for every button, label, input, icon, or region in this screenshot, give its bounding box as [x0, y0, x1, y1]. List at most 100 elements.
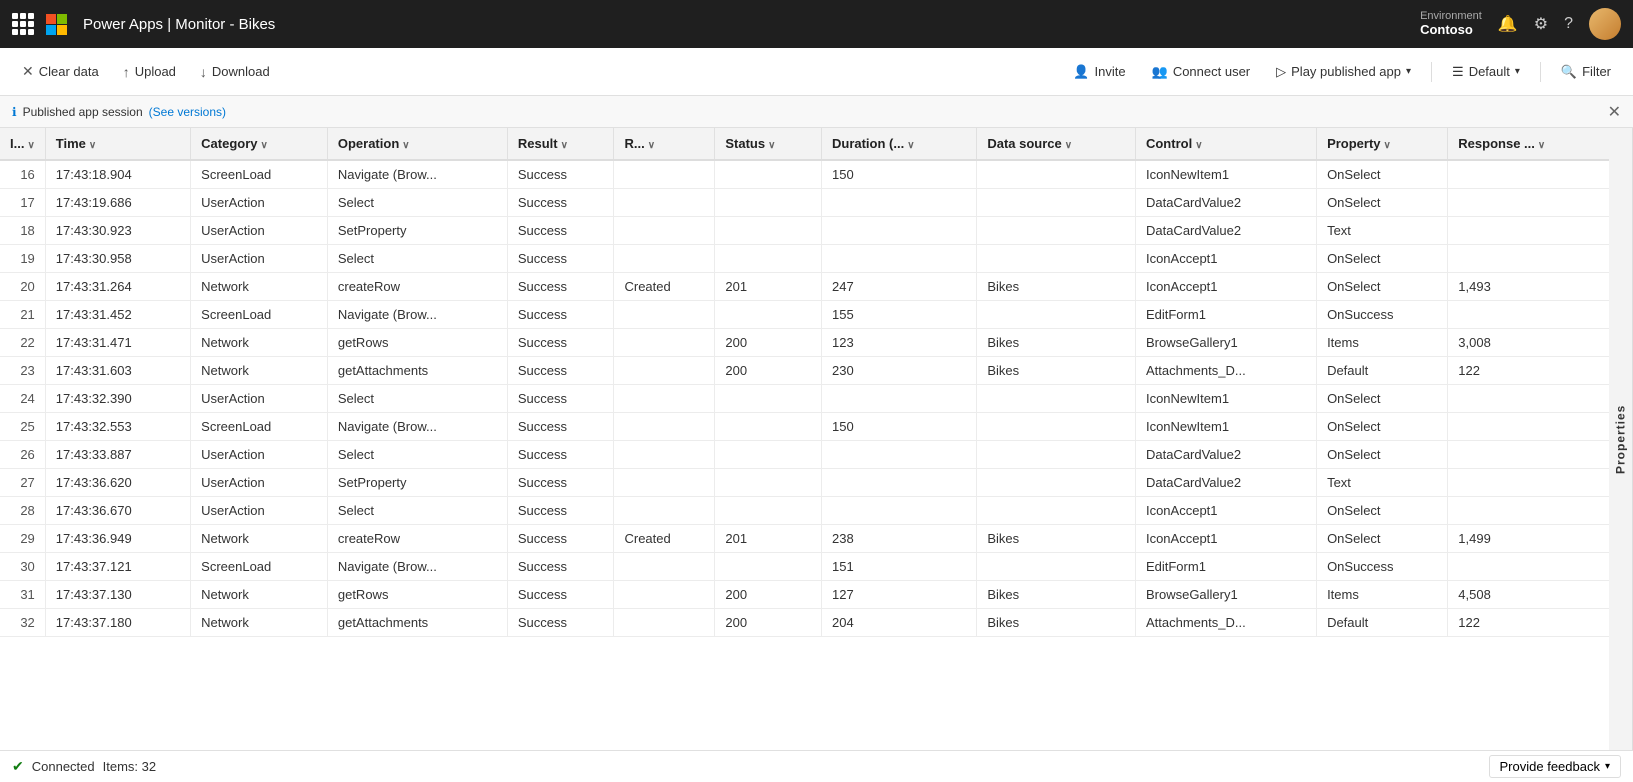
cell-datasource: [977, 160, 1136, 189]
table-row[interactable]: 1717:43:19.686UserActionSelectSuccessDat…: [0, 189, 1609, 217]
environment-info: Environment Contoso: [1420, 11, 1482, 37]
col-header-duration[interactable]: Duration (...∨: [821, 128, 976, 160]
cell-control: EditForm1: [1135, 301, 1316, 329]
cell-result: Success: [507, 581, 614, 609]
table-row[interactable]: 1617:43:18.904ScreenLoadNavigate (Brow..…: [0, 160, 1609, 189]
sort-icon: ∨: [1538, 140, 1545, 151]
filter-button[interactable]: 🔍 Filter: [1551, 60, 1621, 84]
cell-operation: createRow: [327, 525, 507, 553]
cell-id: 29: [0, 525, 45, 553]
invite-button[interactable]: 👤 Invite: [1063, 60, 1135, 84]
notification-bell-icon[interactable]: 🔔: [1498, 14, 1518, 34]
col-header-operation[interactable]: Operation∨: [327, 128, 507, 160]
table-row[interactable]: 1917:43:30.958UserActionSelectSuccessIco…: [0, 245, 1609, 273]
cell-control: IconNewItem1: [1135, 160, 1316, 189]
cell-result: Success: [507, 329, 614, 357]
cell-control: BrowseGallery1: [1135, 329, 1316, 357]
col-header-r[interactable]: R...∨: [614, 128, 715, 160]
settings-gear-icon[interactable]: ⚙: [1534, 14, 1548, 34]
list-icon: ☰: [1452, 64, 1464, 80]
session-close-icon[interactable]: ✕: [1608, 102, 1621, 122]
cell-category: UserAction: [191, 245, 328, 273]
col-header-result[interactable]: Result∨: [507, 128, 614, 160]
cell-datasource: Bikes: [977, 581, 1136, 609]
table-row[interactable]: 3217:43:37.180NetworkgetAttachmentsSucce…: [0, 609, 1609, 637]
see-versions-link[interactable]: (See versions): [149, 105, 226, 119]
properties-panel[interactable]: Properties: [1609, 128, 1633, 750]
cell-result: Success: [507, 301, 614, 329]
table-row[interactable]: 2517:43:32.553ScreenLoadNavigate (Brow..…: [0, 413, 1609, 441]
col-header-category[interactable]: Category∨: [191, 128, 328, 160]
cell-control: DataCardValue2: [1135, 441, 1316, 469]
table-row[interactable]: 2317:43:31.603NetworkgetAttachmentsSucce…: [0, 357, 1609, 385]
cell-time: 17:43:36.949: [45, 525, 190, 553]
col-header-property[interactable]: Property∨: [1317, 128, 1448, 160]
cell-time: 17:43:31.452: [45, 301, 190, 329]
table-row[interactable]: 1817:43:30.923UserActionSetPropertySucce…: [0, 217, 1609, 245]
toolbar-divider: [1431, 62, 1432, 82]
help-icon[interactable]: ?: [1564, 15, 1573, 33]
cell-response: [1448, 245, 1609, 273]
cell-property: OnSelect: [1317, 497, 1448, 525]
cell-duration: 155: [821, 301, 976, 329]
col-header-response[interactable]: Response ...∨: [1448, 128, 1609, 160]
cell-control: DataCardValue2: [1135, 217, 1316, 245]
cell-result: Success: [507, 160, 614, 189]
default-button[interactable]: ☰ Default ▾: [1442, 60, 1530, 84]
table-row[interactable]: 3117:43:37.130NetworkgetRowsSuccess20012…: [0, 581, 1609, 609]
waffle-icon[interactable]: [12, 13, 34, 35]
cell-response: [1448, 553, 1609, 581]
upload-button[interactable]: ↑ Upload: [113, 60, 186, 84]
col-label: Duration (...: [832, 136, 904, 151]
data-table-container[interactable]: I...∨Time∨Category∨Operation∨Result∨R...…: [0, 128, 1609, 750]
cell-time: 17:43:37.121: [45, 553, 190, 581]
cell-response: 122: [1448, 609, 1609, 637]
table-row[interactable]: 2717:43:36.620UserActionSetPropertySucce…: [0, 469, 1609, 497]
cell-category: UserAction: [191, 497, 328, 525]
cell-time: 17:43:37.180: [45, 609, 190, 637]
table-row[interactable]: 2817:43:36.670UserActionSelectSuccessIco…: [0, 497, 1609, 525]
clear-data-button[interactable]: ✕ Clear data: [12, 59, 109, 84]
cell-category: ScreenLoad: [191, 553, 328, 581]
cell-control: Attachments_D...: [1135, 357, 1316, 385]
cell-duration: [821, 217, 976, 245]
provide-feedback-button[interactable]: Provide feedback ▾: [1489, 755, 1621, 778]
connect-user-button[interactable]: 👥 Connect user: [1142, 60, 1261, 84]
cell-status: [715, 441, 822, 469]
cell-result: Success: [507, 357, 614, 385]
top-bar: Power Apps | Monitor - Bikes Environment…: [0, 0, 1633, 48]
table-row[interactable]: 2017:43:31.264NetworkcreateRowSuccessCre…: [0, 273, 1609, 301]
col-header-datasource[interactable]: Data source∨: [977, 128, 1136, 160]
play-published-app-button[interactable]: ▷ Play published app ▾: [1266, 60, 1421, 84]
cell-control: EditForm1: [1135, 553, 1316, 581]
cell-control: DataCardValue2: [1135, 189, 1316, 217]
table-row[interactable]: 2217:43:31.471NetworkgetRowsSuccess20012…: [0, 329, 1609, 357]
cell-duration: 230: [821, 357, 976, 385]
col-header-status[interactable]: Status∨: [715, 128, 822, 160]
table-row[interactable]: 3017:43:37.121ScreenLoadNavigate (Brow..…: [0, 553, 1609, 581]
cell-datasource: Bikes: [977, 525, 1136, 553]
table-row[interactable]: 2617:43:33.887UserActionSelectSuccessDat…: [0, 441, 1609, 469]
cell-time: 17:43:33.887: [45, 441, 190, 469]
table-row[interactable]: 2117:43:31.452ScreenLoadNavigate (Brow..…: [0, 301, 1609, 329]
cell-r: [614, 301, 715, 329]
cell-duration: [821, 441, 976, 469]
cell-duration: 238: [821, 525, 976, 553]
cell-property: Default: [1317, 609, 1448, 637]
clear-icon: ✕: [22, 63, 34, 80]
table-row[interactable]: 2917:43:36.949NetworkcreateRowSuccessCre…: [0, 525, 1609, 553]
col-header-time[interactable]: Time∨: [45, 128, 190, 160]
col-header-id[interactable]: I...∨: [0, 128, 45, 160]
cell-r: [614, 497, 715, 525]
cell-result: Success: [507, 469, 614, 497]
col-header-control[interactable]: Control∨: [1135, 128, 1316, 160]
download-button[interactable]: ↓ Download: [190, 60, 280, 84]
col-label: Data source: [987, 136, 1061, 151]
cell-category: Network: [191, 329, 328, 357]
cell-status: [715, 497, 822, 525]
table-row[interactable]: 2417:43:32.390UserActionSelectSuccessIco…: [0, 385, 1609, 413]
cell-property: Items: [1317, 329, 1448, 357]
avatar[interactable]: [1589, 8, 1621, 40]
cell-result: Success: [507, 441, 614, 469]
items-count: Items: 32: [103, 759, 156, 774]
